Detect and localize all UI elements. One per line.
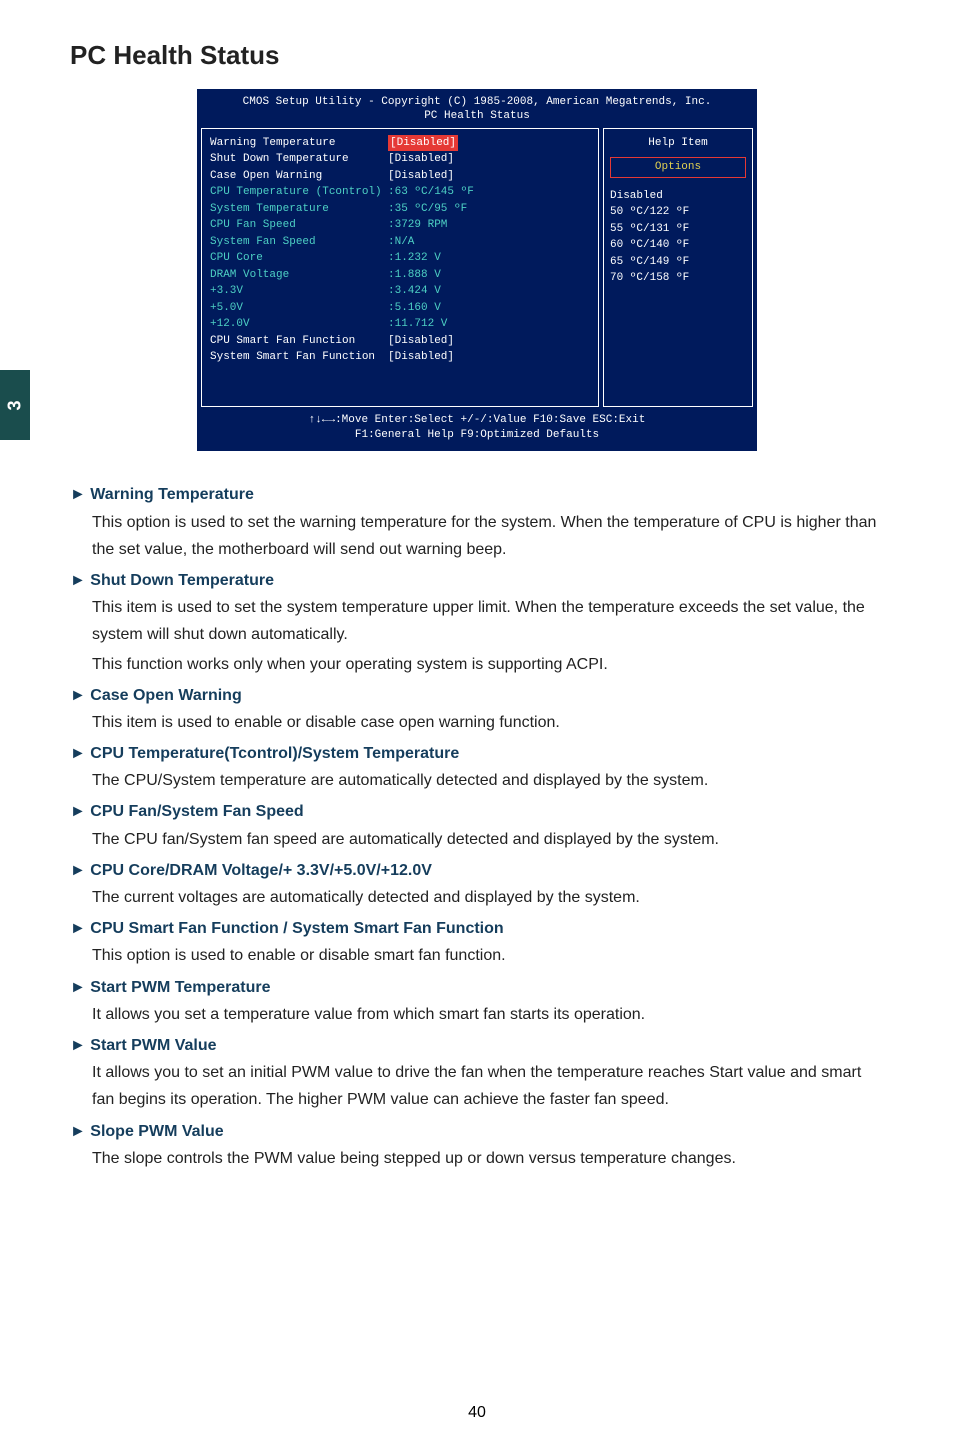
section-body: This option is used to enable or disable… bbox=[92, 942, 884, 969]
bios-row-label: +3.3V bbox=[210, 283, 388, 300]
bios-row: CPU Temperature (Tcontrol):63 ºC/145 ºF bbox=[210, 184, 590, 201]
section-body: This option is used to set the warning t… bbox=[92, 509, 884, 563]
bios-row: System Temperature:35 ºC/95 ºF bbox=[210, 201, 590, 218]
bios-row-label: DRAM Voltage bbox=[210, 267, 388, 284]
bios-row: +12.0V:11.712 V bbox=[210, 316, 590, 333]
bios-options-box: Options bbox=[610, 157, 746, 178]
bios-option-value: 50 ºC/122 ºF bbox=[610, 204, 746, 221]
bios-row: CPU Smart Fan Function[Disabled] bbox=[210, 333, 590, 350]
bios-row-label: Warning Temperature bbox=[210, 135, 388, 152]
bios-row-value: :35 ºC/95 ºF bbox=[388, 201, 467, 218]
bios-footer: ↑↓←→:Move Enter:Select +/-/:Value F10:Sa… bbox=[199, 409, 755, 450]
section-body: The slope controls the PWM value being s… bbox=[92, 1145, 884, 1172]
bios-row-value: :5.160 V bbox=[388, 300, 441, 317]
section-heading: ► CPU Temperature(Tcontrol)/System Tempe… bbox=[70, 740, 884, 767]
section-heading: ► Start PWM Temperature bbox=[70, 974, 884, 1001]
bios-row: Shut Down Temperature[Disabled] bbox=[210, 151, 590, 168]
bios-row-value: :3729 RPM bbox=[388, 217, 447, 234]
bios-row-label: System Smart Fan Function bbox=[210, 349, 388, 366]
page-title: PC Health Status bbox=[70, 40, 884, 71]
bios-row-label: CPU Fan Speed bbox=[210, 217, 388, 234]
section-heading: ► Start PWM Value bbox=[70, 1032, 884, 1059]
bios-row-value: :63 ºC/145 ºF bbox=[388, 184, 474, 201]
bios-row-label: CPU Core bbox=[210, 250, 388, 267]
bios-row: +3.3V:3.424 V bbox=[210, 283, 590, 300]
bios-row: +5.0V:5.160 V bbox=[210, 300, 590, 317]
bios-row-value: :11.712 V bbox=[388, 316, 447, 333]
section-heading: ► Warning Temperature bbox=[70, 481, 884, 508]
bios-row-label: +5.0V bbox=[210, 300, 388, 317]
bios-row-value: :N/A bbox=[388, 234, 414, 251]
section-body: It allows you to set an initial PWM valu… bbox=[92, 1059, 884, 1113]
bios-row-value: :1.888 V bbox=[388, 267, 441, 284]
bios-row-value: [Disabled] bbox=[388, 168, 454, 185]
bios-row-label: Case Open Warning bbox=[210, 168, 388, 185]
bios-row-value: [Disabled] bbox=[388, 151, 454, 168]
bios-screenshot: CMOS Setup Utility - Copyright (C) 1985-… bbox=[197, 89, 757, 451]
bios-row: Case Open Warning[Disabled] bbox=[210, 168, 590, 185]
bios-row-label: CPU Temperature (Tcontrol) bbox=[210, 184, 388, 201]
bios-row-label: System Temperature bbox=[210, 201, 388, 218]
bios-row-label: +12.0V bbox=[210, 316, 388, 333]
section-heading: ► Case Open Warning bbox=[70, 682, 884, 709]
bios-option-value: 70 ºC/158 ºF bbox=[610, 270, 746, 287]
page-number: 40 bbox=[0, 1404, 954, 1422]
bios-option-value: 65 ºC/149 ºF bbox=[610, 254, 746, 271]
bios-option-value: 55 ºC/131 ºF bbox=[610, 221, 746, 238]
bios-header-line1: CMOS Setup Utility - Copyright (C) 1985-… bbox=[205, 95, 749, 109]
section-body: It allows you set a temperature value fr… bbox=[92, 1001, 884, 1028]
section-heading: ► Shut Down Temperature bbox=[70, 567, 884, 594]
section-body: This item is used to set the system temp… bbox=[92, 594, 884, 648]
bios-left-panel: Warning Temperature[Disabled]Shut Down T… bbox=[201, 128, 599, 407]
bios-row-label: Shut Down Temperature bbox=[210, 151, 388, 168]
bios-row: System Fan Speed:N/A bbox=[210, 234, 590, 251]
bios-row-value: [Disabled] bbox=[388, 349, 454, 366]
section-heading: ► Slope PWM Value bbox=[70, 1118, 884, 1145]
bios-row-value: :3.424 V bbox=[388, 283, 441, 300]
bios-help-item: Help Item bbox=[610, 135, 746, 152]
side-tab-label: 3 bbox=[4, 400, 25, 410]
bios-row-value: [Disabled] bbox=[388, 135, 458, 152]
bios-row: CPU Fan Speed:3729 RPM bbox=[210, 217, 590, 234]
bios-row-label: System Fan Speed bbox=[210, 234, 388, 251]
bios-row: DRAM Voltage:1.888 V bbox=[210, 267, 590, 284]
bios-header: CMOS Setup Utility - Copyright (C) 1985-… bbox=[199, 91, 755, 126]
bios-row: Warning Temperature[Disabled] bbox=[210, 135, 590, 152]
bios-footer-line1: ↑↓←→:Move Enter:Select +/-/:Value F10:Sa… bbox=[205, 413, 749, 428]
bios-footer-line2: F1:General Help F9:Optimized Defaults bbox=[205, 428, 749, 443]
section-body: The current voltages are automatically d… bbox=[92, 884, 884, 911]
bios-row-label: CPU Smart Fan Function bbox=[210, 333, 388, 350]
section-heading: ► CPU Fan/System Fan Speed bbox=[70, 798, 884, 825]
section-body: This item is used to enable or disable c… bbox=[92, 709, 884, 736]
bios-option-value: Disabled bbox=[610, 188, 746, 205]
bios-right-panel: Help Item Options Disabled50 ºC/122 ºF55… bbox=[603, 128, 753, 407]
section-heading: ► CPU Core/DRAM Voltage/+ 3.3V/+5.0V/+12… bbox=[70, 857, 884, 884]
side-tab: 3 bbox=[0, 370, 30, 440]
section-body: The CPU/System temperature are automatic… bbox=[92, 767, 884, 794]
section-body: This function works only when your opera… bbox=[92, 651, 884, 678]
section-heading: ► CPU Smart Fan Function / System Smart … bbox=[70, 915, 884, 942]
bios-row: System Smart Fan Function[Disabled] bbox=[210, 349, 590, 366]
bios-row: CPU Core:1.232 V bbox=[210, 250, 590, 267]
section-body: The CPU fan/System fan speed are automat… bbox=[92, 826, 884, 853]
bios-row-value: [Disabled] bbox=[388, 333, 454, 350]
bios-option-value: 60 ºC/140 ºF bbox=[610, 237, 746, 254]
bios-header-line2: PC Health Status bbox=[205, 109, 749, 123]
bios-row-value: :1.232 V bbox=[388, 250, 441, 267]
